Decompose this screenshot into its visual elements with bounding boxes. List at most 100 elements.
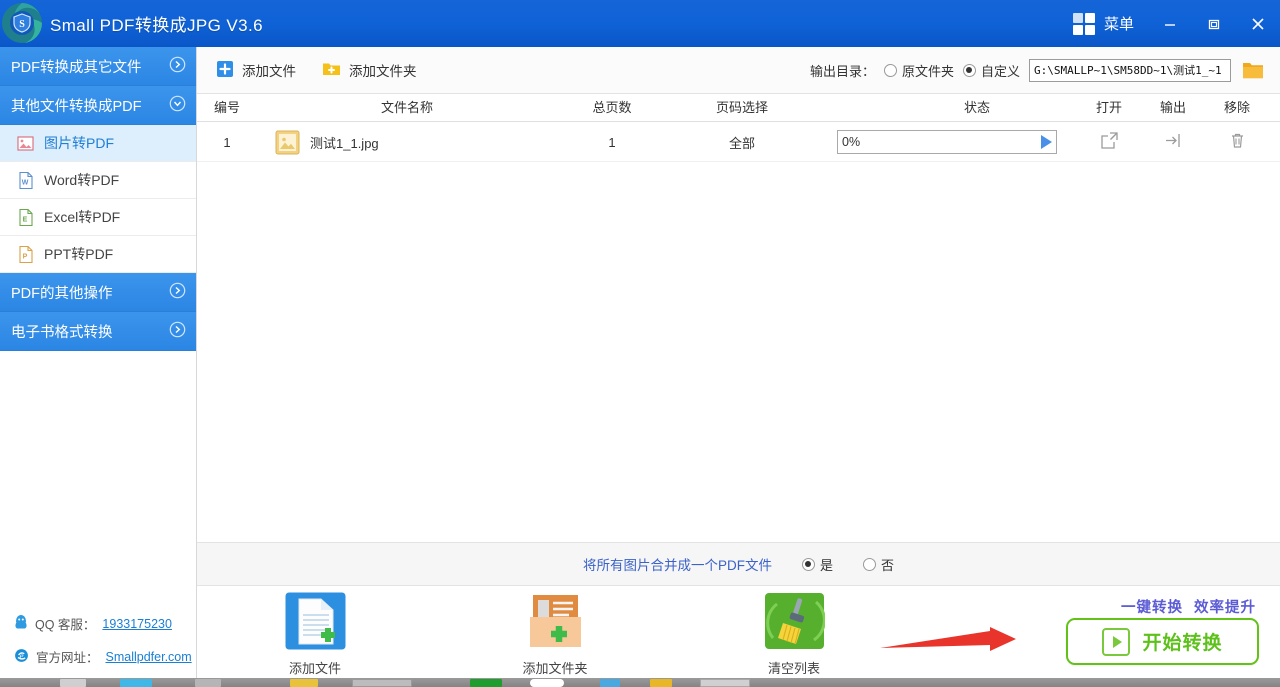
output-path-input[interactable]: G:\SMALLP~1\SM58DD~1\测试1_~1 xyxy=(1029,59,1231,82)
cell-status: 0% xyxy=(837,122,1063,162)
toolbar: 添加文件 添加文件夹 输出目录： 原文件夹 自定义 G:\SMALLP~1\SM… xyxy=(197,47,1280,94)
cell-open[interactable] xyxy=(1077,122,1141,162)
merge-option-bar: 将所有图片合并成一个PDF文件 是 否 xyxy=(197,542,1280,586)
add-folder-big-icon xyxy=(525,638,586,653)
taskbar-icon[interactable] xyxy=(60,679,86,687)
radio-source-folder-dot xyxy=(884,64,897,77)
image-thumbnail-icon xyxy=(275,130,300,155)
cell-page-select[interactable]: 全部 xyxy=(687,122,797,162)
radio-source-folder-label: 原文件夹 xyxy=(902,61,954,80)
cell-pages: 1 xyxy=(567,122,657,162)
qq-support-row: QQ 客服： 1933175230 xyxy=(0,607,197,640)
chevron-right-icon xyxy=(169,282,186,303)
merge-no-label: 否 xyxy=(881,555,894,574)
taskbar-icon[interactable] xyxy=(352,679,412,687)
ppt-file-icon: P xyxy=(17,245,34,264)
ie-browser-icon: e xyxy=(14,648,29,666)
add-file-button[interactable]: 添加文件 xyxy=(216,60,296,81)
svg-text:W: W xyxy=(22,179,29,186)
radio-source-folder[interactable]: 原文件夹 xyxy=(884,61,954,80)
add-file-icon xyxy=(216,60,234,81)
taskbar-icon[interactable] xyxy=(120,679,152,687)
add-file-big-label: 添加文件 xyxy=(255,658,375,677)
merge-option-label: 将所有图片合并成一个PDF文件 xyxy=(583,554,772,574)
sidebar-item-excel-to-pdf[interactable]: E Excel转PDF xyxy=(0,199,196,236)
cell-output[interactable] xyxy=(1141,122,1205,162)
taskbar-icon[interactable] xyxy=(600,679,620,687)
title-bar: S Small PDF转换成JPG V3.6 菜单 xyxy=(0,0,1280,47)
folder-browse-icon[interactable] xyxy=(1240,59,1266,81)
merge-no-radio[interactable]: 否 xyxy=(863,555,894,574)
svg-text:e: e xyxy=(20,651,24,661)
sidebar-section-label: 其他文件转换成PDF xyxy=(11,95,142,116)
taskbar-icon[interactable] xyxy=(195,679,221,687)
play-box-icon xyxy=(1102,628,1130,656)
sidebar-item-label: 图片转PDF xyxy=(44,133,114,153)
chevron-right-icon xyxy=(169,321,186,342)
radio-custom-folder-dot xyxy=(963,64,976,77)
qq-support-label: QQ 客服： xyxy=(35,614,95,633)
sidebar-section-other-to-pdf[interactable]: 其他文件转换成PDF xyxy=(0,86,196,125)
menu-button-label: 菜单 xyxy=(1104,13,1134,34)
sidebar-item-label: Excel转PDF xyxy=(44,207,120,227)
clear-list-broom-icon xyxy=(764,638,825,653)
progress-text: 0% xyxy=(842,135,860,149)
cell-filename-text: 测试1_1.jpg xyxy=(310,133,379,152)
sidebar: PDF转换成其它文件 其他文件转换成PDF 图片转PDF xyxy=(0,47,197,687)
close-icon[interactable] xyxy=(1236,0,1280,47)
taskbar-icon[interactable] xyxy=(650,679,672,687)
excel-file-icon: E xyxy=(17,208,34,227)
cell-remove[interactable] xyxy=(1205,122,1269,162)
windows-taskbar[interactable] xyxy=(0,678,1280,687)
sidebar-contact: QQ 客服： 1933175230 e 官方网址： Smallpdfer.com xyxy=(0,607,197,673)
table-row[interactable]: 1 测试1_1.jpg 1 全部 0% xyxy=(197,122,1280,162)
svg-text:E: E xyxy=(23,216,28,223)
sidebar-section-pdf-to-other[interactable]: PDF转换成其它文件 xyxy=(0,47,196,86)
add-folder-button[interactable]: 添加文件夹 xyxy=(322,60,417,81)
radio-custom-folder[interactable]: 自定义 xyxy=(963,61,1020,80)
output-arrow-icon[interactable] xyxy=(1164,131,1183,153)
sidebar-section-pdf-other-ops[interactable]: PDF的其他操作 xyxy=(0,273,196,312)
maximize-icon[interactable] xyxy=(1192,0,1236,47)
taskbar-icon[interactable] xyxy=(530,679,564,687)
file-list[interactable]: 1 测试1_1.jpg 1 全部 0% xyxy=(197,122,1280,542)
add-file-big-button[interactable]: 添加文件 xyxy=(255,592,375,677)
official-site-link[interactable]: Smallpdfer.com xyxy=(106,650,192,664)
chevron-down-icon xyxy=(169,95,186,116)
sidebar-item-word-to-pdf[interactable]: W Word转PDF xyxy=(0,162,196,199)
sidebar-section-label: 电子书格式转换 xyxy=(11,321,113,342)
sidebar-item-label: Word转PDF xyxy=(44,170,119,190)
image-file-icon xyxy=(17,134,34,153)
sidebar-item-image-to-pdf[interactable]: 图片转PDF xyxy=(0,125,196,162)
open-external-icon[interactable] xyxy=(1100,131,1119,153)
clear-list-button[interactable]: 清空列表 xyxy=(734,592,854,677)
merge-no-dot xyxy=(863,558,876,571)
trash-icon[interactable] xyxy=(1228,131,1247,153)
taskbar-icon[interactable] xyxy=(470,679,502,687)
sidebar-item-ppt-to-pdf[interactable]: P PPT转PDF xyxy=(0,236,196,273)
start-convert-button[interactable]: 开始转换 xyxy=(1066,618,1259,665)
application-window: S Small PDF转换成JPG V3.6 菜单 xyxy=(0,0,1280,687)
taskbar-icon[interactable] xyxy=(700,679,750,687)
taskbar-icon[interactable] xyxy=(290,679,318,687)
merge-yes-dot xyxy=(802,558,815,571)
output-directory-group: 输出目录： 原文件夹 自定义 G:\SMALLP~1\SM58DD~1\测试1_… xyxy=(810,59,1266,82)
add-file-label: 添加文件 xyxy=(242,60,296,80)
menu-button[interactable]: 菜单 xyxy=(1059,0,1148,47)
play-triangle-icon[interactable] xyxy=(1041,135,1052,149)
qq-number-link[interactable]: 1933175230 xyxy=(102,617,172,631)
minimize-icon[interactable] xyxy=(1148,0,1192,47)
chevron-right-icon xyxy=(169,56,186,77)
sidebar-section-ebook-convert[interactable]: 电子书格式转换 xyxy=(0,312,196,351)
window-controls: 菜单 xyxy=(1059,0,1280,47)
app-title: Small PDF转换成JPG V3.6 xyxy=(50,11,263,36)
cell-index: 1 xyxy=(197,122,257,162)
radio-custom-folder-label: 自定义 xyxy=(981,61,1020,80)
add-folder-big-button[interactable]: 添加文件夹 xyxy=(495,592,615,677)
merge-yes-radio[interactable]: 是 xyxy=(802,555,833,574)
promo-text: 一键转换 效率提升 xyxy=(1115,596,1256,617)
clear-list-label: 清空列表 xyxy=(734,658,854,677)
promo-text-2: 效率提升 xyxy=(1194,600,1256,616)
progress-bar[interactable]: 0% xyxy=(837,130,1057,154)
grid-menu-icon xyxy=(1073,13,1095,35)
